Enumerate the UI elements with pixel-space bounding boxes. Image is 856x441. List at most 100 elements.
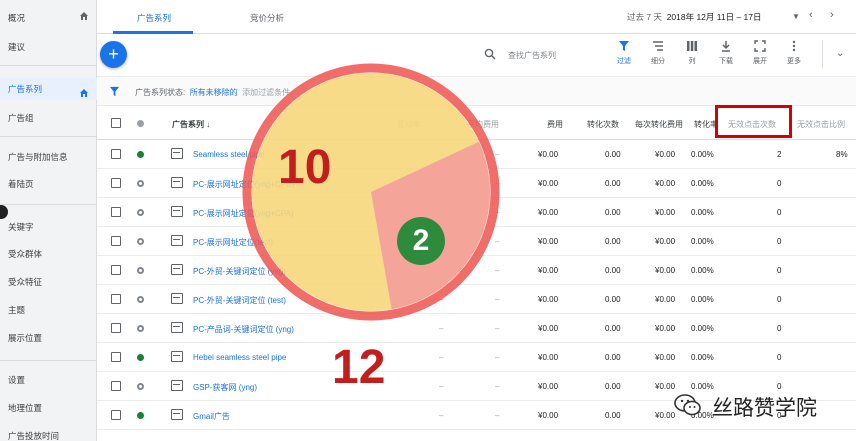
sidebar-collapse-button[interactable]: [0, 205, 8, 219]
row-checkbox[interactable]: [111, 178, 121, 188]
filter-bar: 广告系列状态: 所有未移除的 添加过滤条件: [97, 76, 856, 106]
sidebar-item-audiences[interactable]: 受众群体: [0, 247, 97, 261]
table-row[interactable]: Hebei seamless steel pipe – – ¥0.00 0.00 ¥0.0…: [97, 343, 856, 372]
cell-cost-per-conversion: ¥0.00: [655, 179, 676, 188]
sidebar-item-settings[interactable]: 设置: [0, 373, 97, 387]
cell-avg-cost: –: [495, 382, 500, 391]
filter-button[interactable]: 过滤: [611, 40, 637, 70]
row-checkbox[interactable]: [111, 149, 121, 159]
sidebar-item-ad-groups[interactable]: 广告组: [0, 111, 97, 125]
date-range-selector[interactable]: 过去 7 天 2018年 12月 11日 – 17日: [627, 11, 762, 23]
table-row[interactable]: PC-展示网址定位(yng+CPC) – – ¥0.00 0.00 ¥0.00 0.00% 0: [97, 169, 856, 198]
cell-interaction-rate: –: [439, 150, 444, 159]
row-checkbox[interactable]: [111, 207, 121, 217]
add-campaign-button[interactable]: +: [100, 41, 127, 68]
header-campaign[interactable]: 广告系列 ↓: [172, 119, 210, 130]
expand-button[interactable]: 展开: [747, 40, 773, 70]
campaign-name-link[interactable]: Gmail广告: [193, 411, 230, 422]
tab-auction-insights[interactable]: 竞价分析: [250, 12, 284, 24]
search-campaigns[interactable]: 查找广告系列: [482, 48, 592, 62]
campaign-name-link[interactable]: PC-展示网址定位(test): [193, 237, 273, 248]
campaign-name-link[interactable]: Hebei seamless steel pipe: [193, 353, 286, 362]
campaign-name-link[interactable]: Seamless steel pipe: [193, 150, 265, 159]
filter-status-link[interactable]: 所有未移除的: [190, 88, 238, 97]
watermark-text: 丝路赞学院: [712, 396, 817, 420]
sidebar-item-keywords[interactable]: 关键字: [0, 220, 97, 234]
table-row[interactable]: PC-产品词-关键词定位 (yng) – – ¥0.00 0.00 ¥0.00 0.00% 0: [97, 314, 856, 343]
home-icon[interactable]: [79, 84, 89, 97]
status-dot-icon: [137, 325, 144, 332]
status-dot-icon: [137, 296, 144, 303]
sidebar-item-landing-pages[interactable]: 着陆页: [0, 177, 97, 191]
campaign-name-link[interactable]: GSP-获客网 (yng): [193, 382, 257, 393]
sidebar-item-placements[interactable]: 展示位置: [0, 331, 97, 345]
cell-cost-per-conversion: ¥0.00: [655, 150, 676, 159]
chevron-down-icon[interactable]: ⌄: [836, 48, 844, 59]
sidebar-item-demographics[interactable]: 受众特征: [0, 275, 97, 289]
cell-avg-cost: –: [495, 237, 500, 246]
more-button[interactable]: 更多: [781, 40, 807, 70]
cell-cost-per-conversion: ¥0.00: [655, 353, 676, 362]
cell-cost: ¥0.00: [538, 179, 559, 188]
cell-conversion-rate: 0.00%: [691, 266, 714, 275]
cell-cost-per-conversion: ¥0.00: [655, 208, 676, 217]
download-button[interactable]: 下载: [713, 40, 739, 70]
select-all-checkbox[interactable]: [111, 118, 121, 128]
header-invalid-click-rate[interactable]: 无效点击比例: [797, 119, 845, 130]
table-row[interactable]: PC-外贸-关键词定位 (yng) – – ¥0.00 0.00 ¥0.00 0.00% 0: [97, 256, 856, 285]
cell-conversion-rate: 0.00%: [691, 208, 714, 217]
table-row[interactable]: Seamless steel pipe – – ¥0.00 0.00 ¥0.00 0.00%…: [97, 140, 856, 169]
campaign-type-icon: [171, 293, 183, 304]
table-row[interactable]: PC-展示网址定位(test)––¥0.000.00¥0.000.00%0: [97, 227, 856, 256]
table-row[interactable]: PC-展示网址定位(yng+CPA) – – ¥0.00 0.00 ¥0.00 0.00% 0: [97, 198, 856, 227]
status-dot-icon: [137, 383, 144, 390]
row-checkbox[interactable]: [111, 236, 121, 246]
columns-button[interactable]: 列: [679, 40, 705, 70]
add-filter-link[interactable]: 添加过滤条件: [242, 88, 290, 97]
next-period-icon[interactable]: ›: [830, 9, 834, 21]
sidebar-item-ad-schedule[interactable]: 广告投放时间: [0, 429, 97, 441]
row-checkbox[interactable]: [111, 265, 121, 275]
row-checkbox[interactable]: [111, 352, 121, 362]
sidebar-item-label: 地理位置: [8, 403, 43, 413]
date-range-value: 2018年 12月 11日 – 17日: [666, 12, 762, 22]
campaign-name-link[interactable]: PC-展示网址定位(yng+CPA): [193, 208, 294, 219]
status-dot-icon: [137, 412, 144, 419]
date-dropdown-icon[interactable]: ▼: [792, 12, 800, 21]
sidebar-item-locations[interactable]: 地理位置: [0, 401, 97, 415]
sidebar-item-topics[interactable]: 主题: [0, 303, 97, 317]
sidebar-item-ads-extensions[interactable]: 广告与附加信息: [0, 150, 97, 164]
previous-period-icon[interactable]: ‹: [809, 9, 813, 21]
cell-interaction-rate: –: [439, 266, 444, 275]
row-checkbox[interactable]: [111, 294, 121, 304]
search-input[interactable]: 查找广告系列: [508, 50, 556, 61]
row-checkbox[interactable]: [111, 381, 121, 391]
campaign-name-link[interactable]: PC-外贸-关键词定位 (yng): [193, 266, 286, 277]
cell-conversions: 0.00: [605, 295, 621, 304]
columns-icon: [687, 41, 697, 51]
header-avg-cost[interactable]: 平均费用: [467, 119, 499, 130]
campaign-type-icon: [171, 148, 183, 159]
sidebar-item-recommendations[interactable]: 建议: [0, 40, 97, 54]
row-checkbox[interactable]: [111, 323, 121, 333]
header-interaction-rate[interactable]: 互动率: [397, 119, 421, 130]
cell-cost: ¥0.00: [538, 411, 559, 420]
segment-button[interactable]: 细分: [645, 40, 671, 70]
header-conversions[interactable]: 转化次数: [587, 119, 619, 130]
tab-campaigns[interactable]: 广告系列: [137, 12, 171, 24]
campaign-name-link[interactable]: PC-外贸-关键词定位 (test): [193, 295, 286, 306]
sidebar-item-campaigns[interactable]: 广告系列: [0, 78, 97, 100]
status-dot-icon: [137, 180, 144, 187]
campaign-type-icon: [171, 351, 183, 362]
row-checkbox[interactable]: [111, 410, 121, 420]
header-cost[interactable]: 费用: [547, 119, 563, 130]
campaign-name-link[interactable]: PC-产品词-关键词定位 (yng): [193, 324, 294, 335]
wechat-icon: [674, 394, 701, 416]
campaign-type-icon: [171, 206, 183, 217]
header-cost-per-conversion[interactable]: 每次转化费用: [635, 119, 683, 130]
cell-conversions: 0.00: [605, 208, 621, 217]
sidebar-item-overview[interactable]: 概况: [0, 11, 97, 25]
table-row[interactable]: PC-外贸-关键词定位 (test) – – ¥0.00 0.00 ¥0.00 0.00% 0: [97, 285, 856, 314]
cell-invalid-clicks: 2: [777, 150, 782, 159]
home-icon[interactable]: [79, 11, 89, 21]
